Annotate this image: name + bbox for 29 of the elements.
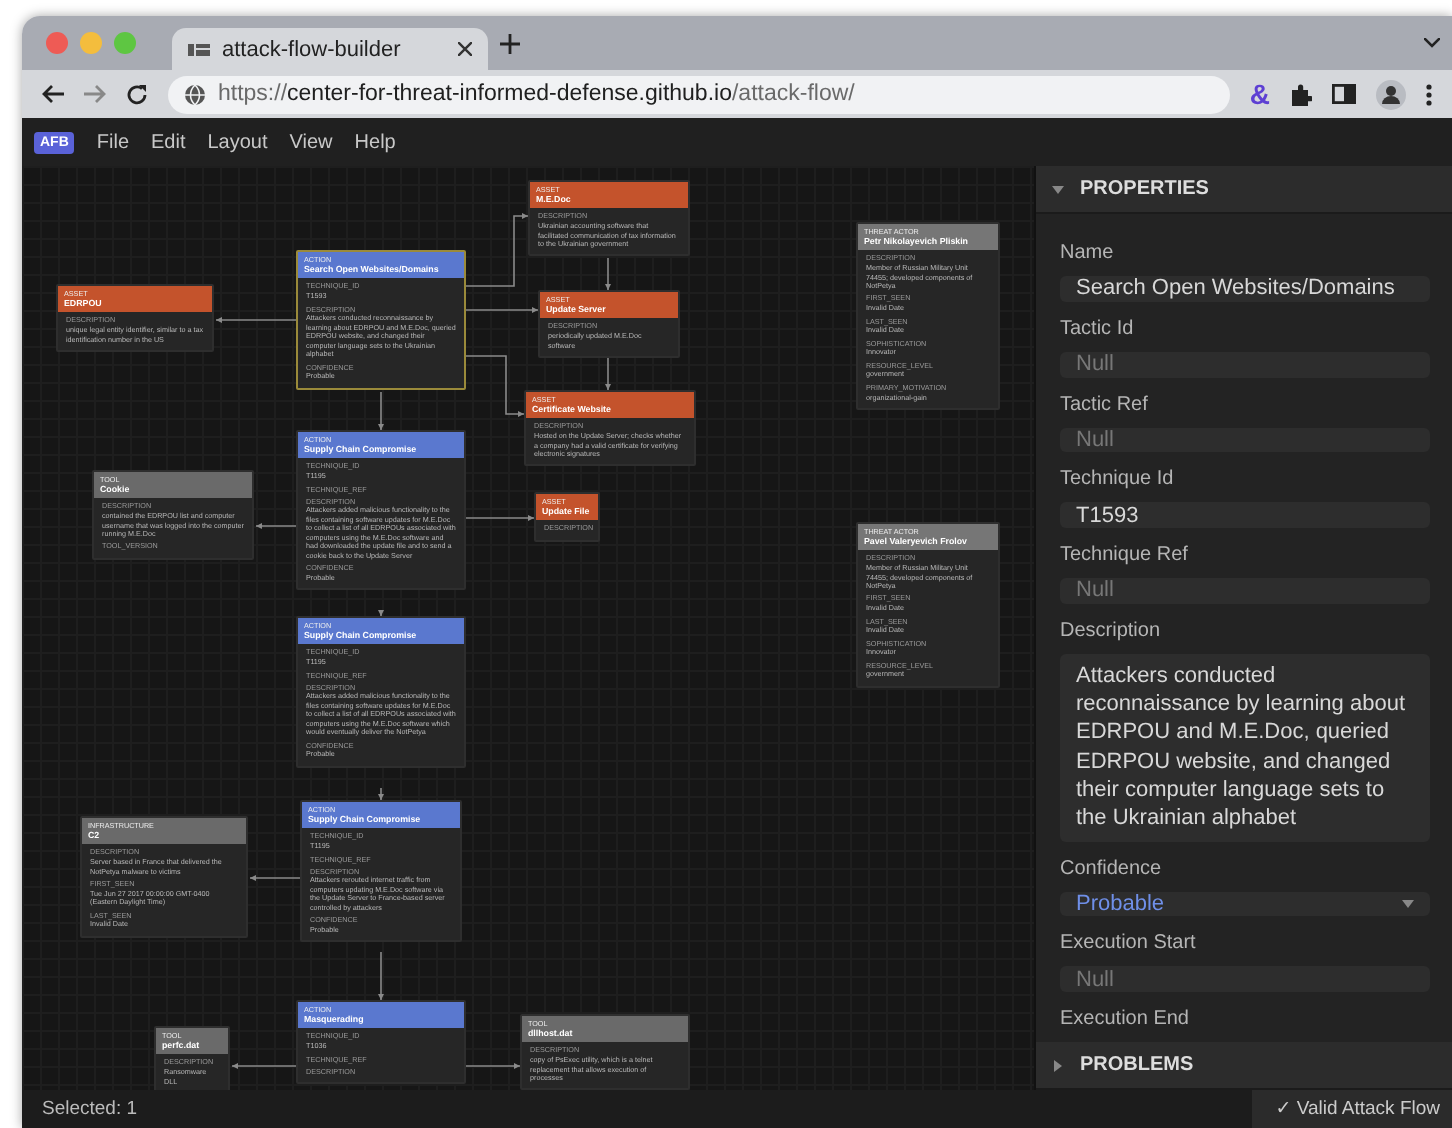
field-label: Confidence [1060, 857, 1164, 880]
field-label: Execution End [1060, 1008, 1191, 1031]
field-label: Description [1060, 619, 1163, 642]
menu-item[interactable]: Layout [207, 131, 268, 153]
input-field[interactable]: Null [1060, 351, 1430, 377]
problems-header[interactable]: PROBLEMS [1036, 1042, 1452, 1090]
input-field[interactable]: Null [1060, 427, 1430, 453]
browser-tab[interactable]: attack-flow-builder [172, 28, 488, 70]
menu-item[interactable]: File [96, 131, 130, 153]
selection-count: Selected: 1 [40, 1098, 140, 1120]
field-label: Name [1060, 242, 1116, 264]
address-bar[interactable]: https://center-for-threat-informed-defense.github.io/attack-flow/ [168, 75, 1230, 113]
field-label: Technique Id [1060, 468, 1176, 491]
extension-button[interactable]: & [1249, 78, 1270, 110]
field-label: Tactic Ref [1060, 393, 1150, 415]
confidence-dropdown[interactable]: Probable [1060, 891, 1430, 917]
field-label: Tactic Id [1060, 317, 1136, 340]
validity-status: ✓ Valid Attack Flow [1251, 1090, 1452, 1128]
menu-item[interactable]: View [289, 131, 333, 153]
description-field[interactable]: Attackers conducted reconnaissance by learning about EDRPOU and M.E.Doc, queried EDRPOU website, and changed their computer language sets to the Ukrainian alphabet [1060, 653, 1430, 842]
input-field[interactable]: Null [1060, 966, 1430, 993]
properties-header[interactable]: PROPERTIES [1036, 166, 1452, 214]
menu-item[interactable]: Edit [151, 131, 186, 153]
input-field[interactable]: Null [1060, 578, 1430, 604]
menu-item[interactable]: Help [354, 131, 396, 153]
input-field[interactable]: T1593 [1060, 502, 1430, 528]
input-field[interactable]: Search Open Websites/Domains [1060, 276, 1430, 302]
field-label: Execution Start [1060, 932, 1198, 955]
field-label: Technique Ref [1060, 544, 1190, 566]
